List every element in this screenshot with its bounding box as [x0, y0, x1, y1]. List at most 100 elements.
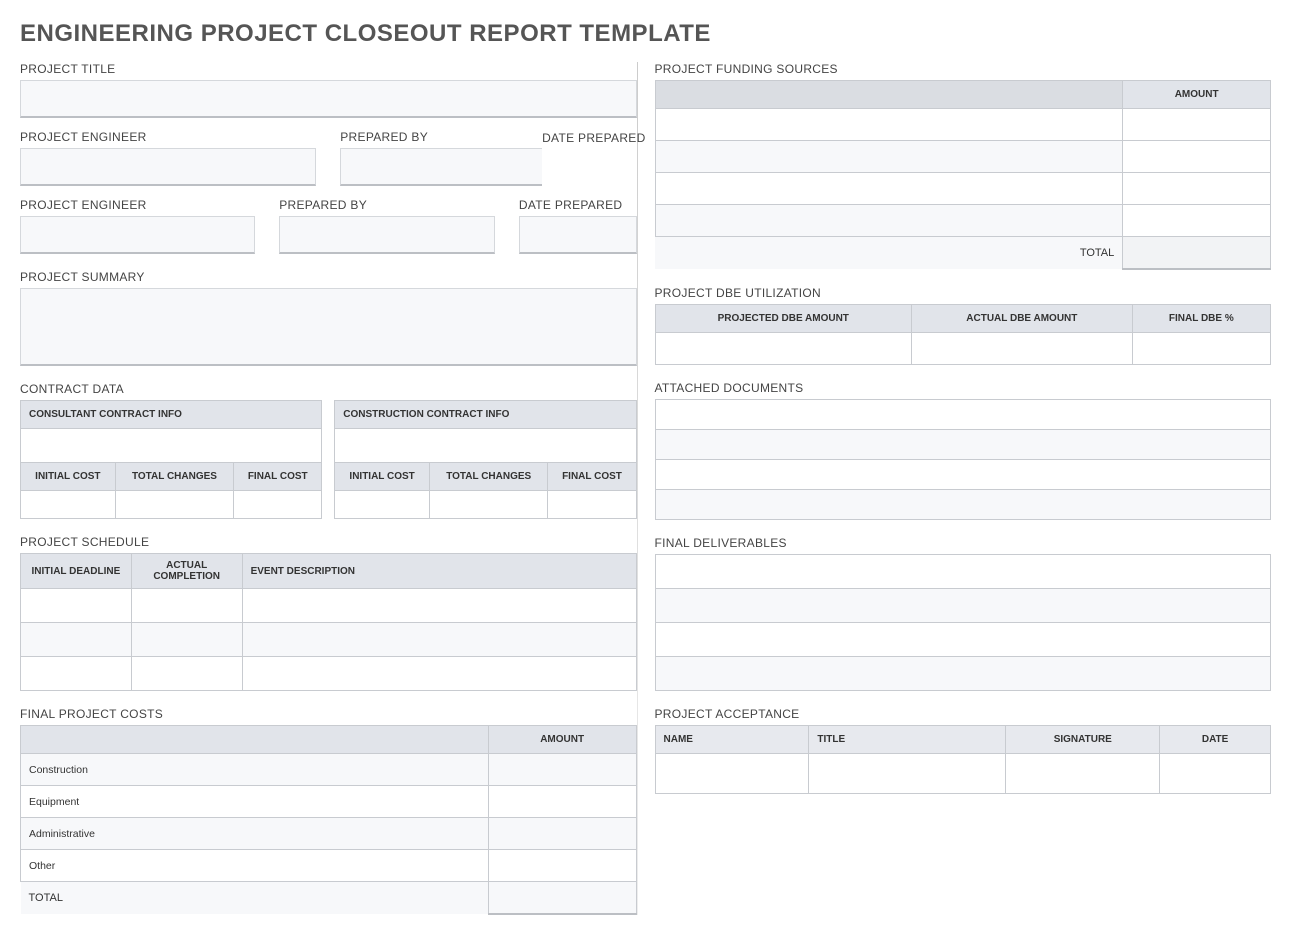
- prepared-by-label: PREPARED BY: [279, 198, 495, 212]
- right-column: PROJECT FUNDING SOURCES AMOUNT TOTAL PRO…: [655, 62, 1272, 915]
- page-title: ENGINEERING PROJECT CLOSEOUT REPORT TEMP…: [20, 20, 1271, 48]
- consultant-final-cost-header: FINAL COST: [234, 463, 322, 491]
- list-item: [655, 554, 1271, 588]
- title-header: TITLE: [809, 725, 1006, 753]
- acceptance-date-cell[interactable]: [1160, 753, 1271, 793]
- funding-source-cell[interactable]: [655, 173, 1123, 205]
- projected-dbe-cell[interactable]: [655, 332, 912, 364]
- table-cell[interactable]: [655, 622, 1271, 656]
- funding-source-cell[interactable]: [655, 205, 1123, 237]
- project-engineer-field[interactable]: [20, 148, 316, 186]
- construction-contract-table: CONSTRUCTION CONTRACT INFO INITIAL COST …: [334, 400, 636, 519]
- funding-amount-cell[interactable]: [1123, 109, 1271, 141]
- table-cell[interactable]: [21, 589, 132, 623]
- final-dbe-pct-cell[interactable]: [1132, 332, 1270, 364]
- construction-info-cell[interactable]: [335, 429, 636, 463]
- table-cell[interactable]: [655, 489, 1271, 519]
- acceptance-signature-cell[interactable]: [1006, 753, 1160, 793]
- table-cell[interactable]: [655, 554, 1271, 588]
- table-cell[interactable]: [21, 623, 132, 657]
- cost-row: Other: [21, 850, 637, 882]
- date-prepared-field[interactable]: [519, 216, 637, 254]
- table-cell[interactable]: [242, 589, 636, 623]
- table-cell[interactable]: [655, 429, 1271, 459]
- list-item: [655, 399, 1271, 429]
- funding-source-cell[interactable]: [655, 141, 1123, 173]
- consultant-total-changes-cell[interactable]: [115, 491, 233, 519]
- list-item: [655, 429, 1271, 459]
- acceptance-title-cell[interactable]: [809, 753, 1006, 793]
- project-engineer-field[interactable]: [20, 216, 255, 254]
- project-acceptance-label: PROJECT ACCEPTANCE: [655, 707, 1272, 721]
- cost-label: Equipment: [21, 786, 489, 818]
- project-dbe-table: PROJECTED DBE AMOUNT ACTUAL DBE AMOUNT F…: [655, 304, 1272, 365]
- consultant-total-changes-header: TOTAL CHANGES: [115, 463, 233, 491]
- date-prepared-label: DATE PREPARED: [542, 131, 645, 145]
- cost-label: Other: [21, 850, 489, 882]
- cost-row: Construction: [21, 754, 637, 786]
- funding-amount-cell[interactable]: [1123, 205, 1271, 237]
- column-divider: [637, 62, 638, 915]
- construction-total-changes-cell[interactable]: [429, 491, 547, 519]
- signature-header: SIGNATURE: [1006, 725, 1160, 753]
- final-project-costs-label: FINAL PROJECT COSTS: [20, 707, 637, 721]
- final-deliverables-label: FINAL DELIVERABLES: [655, 536, 1272, 550]
- project-summary-label: PROJECT SUMMARY: [20, 270, 637, 284]
- project-acceptance-table: NAME TITLE SIGNATURE DATE: [655, 725, 1272, 794]
- table-cell[interactable]: [242, 657, 636, 691]
- cost-label: Administrative: [21, 818, 489, 850]
- actual-dbe-cell[interactable]: [912, 332, 1133, 364]
- list-item: [655, 489, 1271, 519]
- project-schedule-label: PROJECT SCHEDULE: [20, 535, 637, 549]
- acceptance-name-cell[interactable]: [655, 753, 809, 793]
- funding-row: [655, 205, 1271, 237]
- prepared-by-field[interactable]: [340, 148, 542, 186]
- project-summary-field[interactable]: [20, 288, 637, 366]
- prepared-by-field[interactable]: [279, 216, 495, 254]
- funding-total-cell[interactable]: [1123, 237, 1271, 269]
- table-cell[interactable]: [655, 588, 1271, 622]
- consultant-info-cell[interactable]: [21, 429, 322, 463]
- date-prepared-label: DATE PREPARED: [519, 198, 637, 212]
- project-title-field[interactable]: [20, 80, 637, 118]
- cost-amount-cell[interactable]: [488, 818, 636, 850]
- funding-amount-cell[interactable]: [1123, 141, 1271, 173]
- table-cell[interactable]: [131, 623, 242, 657]
- funding-source-cell[interactable]: [655, 109, 1123, 141]
- consultant-initial-cost-cell[interactable]: [21, 491, 116, 519]
- actual-completion-header: ACTUAL COMPLETION: [131, 554, 242, 589]
- actual-dbe-header: ACTUAL DBE AMOUNT: [912, 304, 1133, 332]
- table-cell[interactable]: [131, 657, 242, 691]
- funding-total-label: TOTAL: [655, 237, 1123, 269]
- final-deliverables-table: [655, 554, 1272, 691]
- list-item: [655, 656, 1271, 690]
- consultant-initial-cost-header: INITIAL COST: [21, 463, 116, 491]
- cost-amount-cell[interactable]: [488, 786, 636, 818]
- project-engineer-label: PROJECT ENGINEER: [20, 198, 255, 212]
- funding-amount-header: AMOUNT: [1123, 81, 1271, 109]
- table-cell[interactable]: [131, 589, 242, 623]
- table-cell[interactable]: [655, 399, 1271, 429]
- cost-amount-cell[interactable]: [488, 754, 636, 786]
- date-header: DATE: [1160, 725, 1271, 753]
- consultant-final-cost-cell[interactable]: [234, 491, 322, 519]
- cost-row: Equipment: [21, 786, 637, 818]
- construction-initial-cost-cell[interactable]: [335, 491, 430, 519]
- table-cell[interactable]: [21, 657, 132, 691]
- table-cell[interactable]: [655, 656, 1271, 690]
- construction-total-changes-header: TOTAL CHANGES: [429, 463, 547, 491]
- cost-amount-cell[interactable]: [488, 850, 636, 882]
- table-cell[interactable]: [655, 459, 1271, 489]
- construction-final-cost-cell[interactable]: [548, 491, 636, 519]
- project-title-label: PROJECT TITLE: [20, 62, 637, 76]
- funding-amount-cell[interactable]: [1123, 173, 1271, 205]
- list-item: [655, 622, 1271, 656]
- project-funding-sources-label: PROJECT FUNDING SOURCES: [655, 62, 1272, 76]
- construction-initial-cost-header: INITIAL COST: [335, 463, 430, 491]
- event-description-header: EVENT DESCRIPTION: [242, 554, 636, 589]
- costs-total-cell[interactable]: [488, 882, 636, 914]
- final-dbe-pct-header: FINAL DBE %: [1132, 304, 1270, 332]
- table-cell[interactable]: [242, 623, 636, 657]
- schedule-row: [21, 589, 637, 623]
- construction-final-cost-header: FINAL COST: [548, 463, 636, 491]
